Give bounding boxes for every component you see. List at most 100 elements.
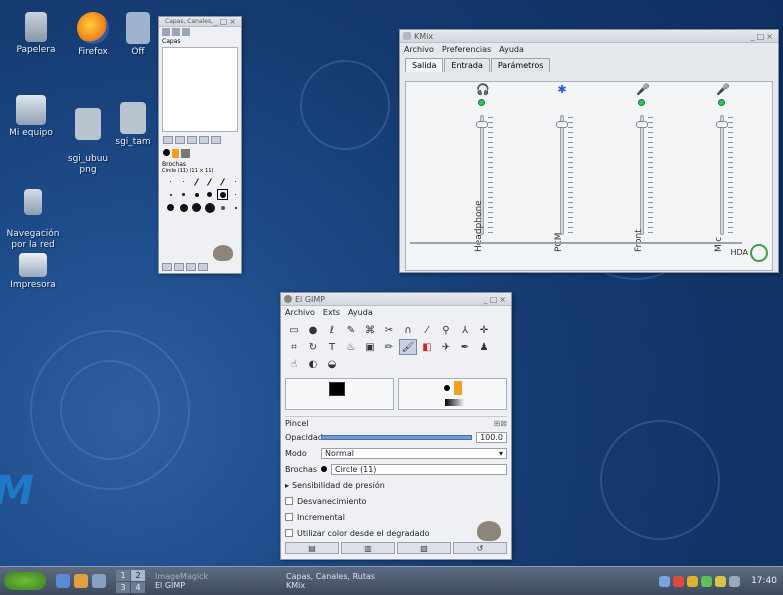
lower-layer-button[interactable] [187, 136, 197, 144]
window-controls[interactable]: _□× [751, 32, 775, 41]
incremental-row[interactable]: Incremental [285, 510, 507, 524]
brush-item[interactable] [191, 189, 202, 200]
duplicate-layer-button[interactable] [199, 136, 209, 144]
pressure-row[interactable]: ▸ Sensibilidad de presión [285, 478, 507, 492]
brush-item[interactable] [178, 189, 189, 200]
brush-item[interactable] [204, 189, 215, 200]
save-options-icon[interactable]: ▤ [285, 542, 339, 554]
brush-item[interactable] [217, 189, 228, 200]
brush-pattern-gradient[interactable] [398, 378, 507, 410]
update-tray-icon[interactable] [673, 575, 685, 587]
tab-entrada[interactable]: Entrada [444, 58, 490, 72]
volume-tray-icon[interactable] [687, 575, 699, 587]
browser-icon[interactable] [92, 574, 106, 588]
layers-tab-icon[interactable] [162, 28, 170, 36]
bg-swatch[interactable] [172, 149, 179, 158]
home-icon[interactable] [74, 574, 88, 588]
fg-bg-colors[interactable] [285, 378, 394, 410]
fade-checkbox[interactable] [285, 497, 293, 505]
crop-tool-icon[interactable]: ⌗ [285, 339, 303, 355]
new-layer-button[interactable] [163, 136, 173, 144]
brush-item[interactable] [204, 176, 215, 187]
opacity-value[interactable]: 100.0 [476, 431, 507, 443]
menu-exts[interactable]: Exts [323, 308, 340, 317]
menu-archivo[interactable]: Archivo [285, 308, 315, 317]
mode-select[interactable]: Normal ▾ [321, 447, 507, 459]
paths-tab-icon[interactable] [182, 28, 190, 36]
brush-item[interactable] [165, 176, 176, 187]
brush-item[interactable] [217, 176, 228, 187]
eraser-tool-icon[interactable]: ◧ [418, 339, 436, 355]
menu-archivo[interactable]: Archivo [404, 45, 434, 54]
brush-item[interactable] [165, 202, 176, 213]
reset-options-icon[interactable]: ↺ [453, 542, 507, 554]
pager-desktop-1[interactable]: 1 [116, 569, 130, 581]
volume-slider-handle[interactable] [636, 120, 648, 128]
window-controls[interactable]: _□× [214, 17, 238, 26]
brush-item[interactable] [230, 189, 241, 200]
pencil-tool-icon[interactable]: ✏ [380, 339, 398, 355]
move-tool-icon[interactable]: ✛ [475, 322, 493, 338]
bucket-fill-tool-icon[interactable]: ♨ [342, 339, 360, 355]
gradient-checkbox[interactable] [285, 529, 293, 537]
new-brush-button[interactable] [174, 263, 184, 271]
desktop-icon-sgi2[interactable]: sgi_tam [108, 102, 158, 148]
brush-field[interactable]: Circle (11) [331, 463, 507, 475]
mute-led[interactable] [478, 99, 485, 106]
pager-desktop-2[interactable]: 2 [131, 569, 145, 581]
brush-item[interactable] [178, 176, 189, 187]
edit-brush-button[interactable] [162, 263, 172, 271]
panel-controls[interactable]: ⊞⊠ [494, 419, 507, 428]
opacity-slider[interactable] [321, 434, 473, 440]
volume-slider-handle[interactable] [476, 120, 488, 128]
free-select-tool-icon[interactable]: ℓ [323, 322, 341, 338]
mute-led[interactable] [718, 99, 725, 106]
menu-preferencias[interactable]: Preferencias [442, 45, 491, 54]
desktop-icon-office[interactable]: Off [118, 12, 158, 58]
desktop-icon-network[interactable]: Navegación por la red [0, 178, 69, 262]
task-item[interactable]: Capas, Canales, Rutas KMix [282, 570, 407, 592]
pager-desktop-4[interactable]: 4 [131, 581, 145, 593]
delete-options-icon[interactable]: ▧ [397, 542, 451, 554]
delete-layer-button[interactable] [211, 136, 221, 144]
volume-slider-handle[interactable] [556, 120, 568, 128]
blend-tool-icon[interactable]: ▣ [361, 339, 379, 355]
paintbrush-tool-icon[interactable]: 🖌 [399, 339, 417, 355]
ellipse-select-tool-icon[interactable]: ● [304, 322, 322, 338]
volume-slider-handle[interactable] [716, 120, 728, 128]
active-gradient-icon[interactable] [445, 399, 465, 406]
duplicate-brush-button[interactable] [186, 263, 196, 271]
restore-options-icon[interactable]: ▥ [341, 542, 395, 554]
menu-ayuda[interactable]: Ayuda [499, 45, 524, 54]
clone-tool-icon[interactable]: ♟ [475, 339, 493, 355]
clipboard-tray-icon[interactable] [701, 575, 713, 587]
smudge-tool-icon[interactable]: ☝ [285, 356, 303, 372]
color-select-tool-icon[interactable]: ⌘ [361, 322, 379, 338]
mute-led[interactable] [638, 99, 645, 106]
clock[interactable]: 17:40 [751, 576, 777, 586]
brush-item[interactable] [165, 189, 176, 200]
tab-salida[interactable]: Salida [405, 58, 444, 72]
raise-layer-button[interactable] [175, 136, 185, 144]
layers-titlebar[interactable]: Capas, Canales, Rutas _□× [159, 17, 241, 27]
brush-item[interactable] [191, 202, 202, 213]
color-picker-tool-icon[interactable]: ⁄ [418, 322, 436, 338]
fade-row[interactable]: Desvanecimiento [285, 494, 507, 508]
menu-ayuda[interactable]: Ayuda [348, 308, 373, 317]
layers-list[interactable] [162, 47, 238, 132]
text-tool-icon[interactable]: T [323, 339, 341, 355]
channels-tab-icon[interactable] [172, 28, 180, 36]
foreground-color-swatch[interactable] [329, 382, 345, 396]
paths-tool-icon[interactable]: ∩ [399, 322, 417, 338]
pattern-swatch[interactable] [181, 149, 190, 158]
task-item[interactable]: ImageMagick El GIMP [151, 570, 276, 592]
incremental-checkbox[interactable] [285, 513, 293, 521]
brush-preview-icon[interactable] [321, 466, 327, 472]
battery-tray-icon[interactable] [715, 575, 727, 587]
airbrush-tool-icon[interactable]: ✈ [437, 339, 455, 355]
balance-slider[interactable] [410, 242, 742, 244]
brush-item[interactable] [217, 202, 228, 213]
ink-tool-icon[interactable]: ✒ [456, 339, 474, 355]
blur-tool-icon[interactable]: ◒ [323, 356, 341, 372]
brush-item[interactable] [230, 176, 241, 187]
